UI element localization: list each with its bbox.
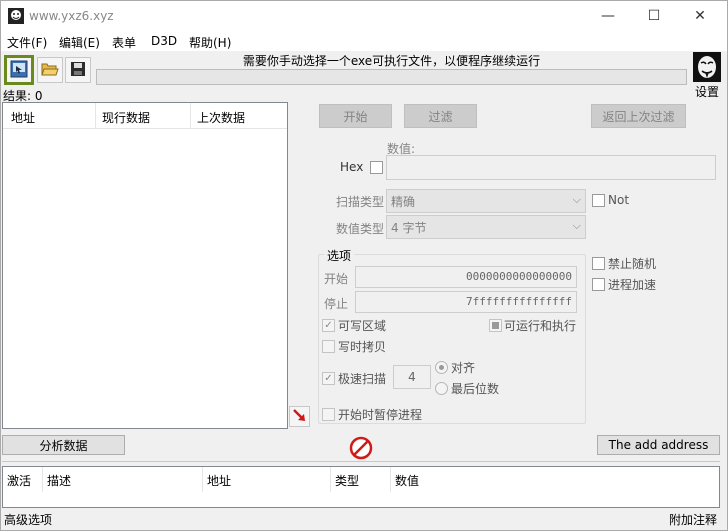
status-bar: 高级选项 附加注释 — [1, 509, 727, 531]
scan-type-select[interactable]: 精确 ⌵ — [386, 189, 586, 213]
not-checkbox[interactable] — [592, 194, 605, 207]
pause-on-start-label: 开始时暂停进程 — [338, 408, 423, 422]
alignment-label: 对齐 — [451, 361, 476, 375]
column-value[interactable]: 数值 — [395, 472, 419, 489]
alignment-radio[interactable] — [435, 361, 448, 374]
menu-table[interactable]: 表单 — [112, 34, 136, 51]
column-divider — [95, 103, 96, 129]
executable-checkbox[interactable] — [489, 319, 502, 332]
splitter[interactable] — [2, 461, 720, 464]
writable-checkbox[interactable]: ✓ — [322, 319, 335, 332]
add-address-button[interactable]: The add address — [597, 435, 720, 455]
scan-type-label: 扫描类型 — [336, 195, 385, 209]
indeterminate-icon — [492, 322, 499, 329]
settings-label[interactable]: 设置 — [695, 83, 719, 100]
fast-scan-label: 极速扫描 — [338, 372, 387, 386]
disable-random-checkbox[interactable] — [592, 257, 605, 270]
column-divider — [330, 467, 331, 492]
first-scan-button[interactable]: 开始 — [319, 104, 392, 128]
column-address[interactable]: 地址 — [11, 109, 35, 126]
main-window: www.yxz6.xyz — ☐ ✕ 文件(F) 编辑(E) 表单 D3D 帮助… — [0, 0, 728, 531]
stop-button[interactable] — [349, 436, 373, 460]
chevron-down-icon: ⌵ — [572, 219, 581, 232]
pause-on-start-checkbox[interactable] — [322, 408, 335, 421]
advanced-options-link[interactable]: 高级选项 — [4, 511, 52, 528]
analyze-data-button[interactable]: 分析数据 — [2, 435, 125, 455]
fast-scan-value-input[interactable]: 4 — [393, 365, 431, 389]
hex-label: Hex — [340, 160, 364, 174]
column-divider — [190, 103, 191, 129]
column-active[interactable]: 激活 — [7, 472, 31, 489]
options-group-label: 选项 — [324, 247, 355, 264]
next-scan-button[interactable]: 过滤 — [404, 104, 477, 128]
minimize-icon: — — [601, 8, 615, 24]
open-file-button[interactable] — [37, 57, 63, 83]
maximize-icon: ☐ — [647, 8, 661, 24]
menu-help[interactable]: 帮助(H) — [189, 34, 231, 51]
scan-type-value: 精确 — [391, 195, 416, 209]
menu-d3d[interactable]: D3D — [151, 34, 177, 48]
window-title: www.yxz6.xyz — [29, 9, 114, 23]
maximize-button[interactable]: ☐ — [631, 1, 677, 31]
value-type-label: 数值类型 — [336, 222, 385, 236]
column-divider — [390, 467, 391, 492]
fast-scan-checkbox[interactable]: ✓ — [322, 372, 335, 385]
not-label: Not — [608, 193, 630, 207]
add-comment-link[interactable]: 附加注释 — [669, 511, 717, 528]
check-icon: ✓ — [324, 372, 333, 384]
save-button[interactable] — [65, 57, 91, 83]
results-list[interactable]: 地址 现行数据 上次数据 — [2, 102, 288, 429]
copy-on-write-label: 写时拷贝 — [338, 340, 387, 354]
undo-scan-button[interactable]: 返回上次过滤 — [591, 104, 686, 128]
disable-random-label: 禁止随机 — [608, 257, 657, 271]
progress-bar — [96, 69, 687, 85]
close-icon: ✕ — [694, 8, 706, 24]
settings-logo[interactable] — [693, 52, 721, 82]
process-select-icon — [10, 60, 28, 81]
copy-on-write-checkbox[interactable] — [322, 340, 335, 353]
column-type[interactable]: 类型 — [335, 472, 359, 489]
menu-edit[interactable]: 编辑(E) — [59, 34, 100, 51]
chevron-down-icon: ⌵ — [572, 193, 581, 206]
column-divider — [42, 467, 43, 492]
stop-address-input[interactable]: 7fffffffffffffff — [355, 291, 577, 313]
red-arrow-icon — [292, 408, 307, 426]
speedhack-checkbox[interactable] — [592, 278, 605, 291]
app-icon — [8, 8, 24, 24]
writable-label: 可写区域 — [338, 319, 387, 333]
select-process-button[interactable] — [4, 55, 34, 85]
radio-selected-dot — [439, 365, 444, 370]
minimize-button[interactable]: — — [585, 1, 631, 31]
speedhack-label: 进程加速 — [608, 278, 657, 292]
column-divider — [202, 467, 203, 492]
start-address-input[interactable]: 0000000000000000 — [355, 266, 577, 288]
last-digits-radio[interactable] — [435, 382, 448, 395]
address-list[interactable]: 激活 描述 地址 类型 数值 — [2, 466, 720, 508]
stop-address-label: 停止 — [324, 297, 349, 311]
results-list-header: 地址 现行数据 上次数据 — [3, 103, 287, 129]
start-address-label: 开始 — [324, 272, 349, 286]
last-digits-label: 最后位数 — [451, 382, 500, 396]
menu-bar: 文件(F) 编辑(E) 表单 D3D 帮助(H) — [1, 31, 727, 51]
copy-to-address-list-button[interactable] — [289, 406, 310, 427]
menu-file[interactable]: 文件(F) — [7, 34, 47, 51]
value-type-value: 4 字节 — [391, 221, 427, 235]
column-previous-value[interactable]: 上次数据 — [197, 109, 245, 126]
progress-message: 需要你手动选择一个exe可执行文件，以便程序继续运行 — [242, 54, 541, 68]
hex-checkbox[interactable] — [370, 161, 383, 174]
open-file-icon — [41, 61, 59, 80]
close-button[interactable]: ✕ — [677, 1, 723, 31]
check-icon: ✓ — [324, 319, 333, 331]
value-type-select[interactable]: 4 字节 ⌵ — [386, 215, 586, 239]
value-input[interactable] — [386, 155, 716, 180]
save-icon — [70, 61, 86, 80]
title-bar[interactable]: www.yxz6.xyz — ☐ ✕ — [1, 1, 727, 31]
column-description[interactable]: 描述 — [47, 472, 71, 489]
column-address[interactable]: 地址 — [207, 472, 231, 489]
executable-label: 可运行和执行 — [504, 319, 577, 333]
column-current-value[interactable]: 现行数据 — [102, 109, 150, 126]
